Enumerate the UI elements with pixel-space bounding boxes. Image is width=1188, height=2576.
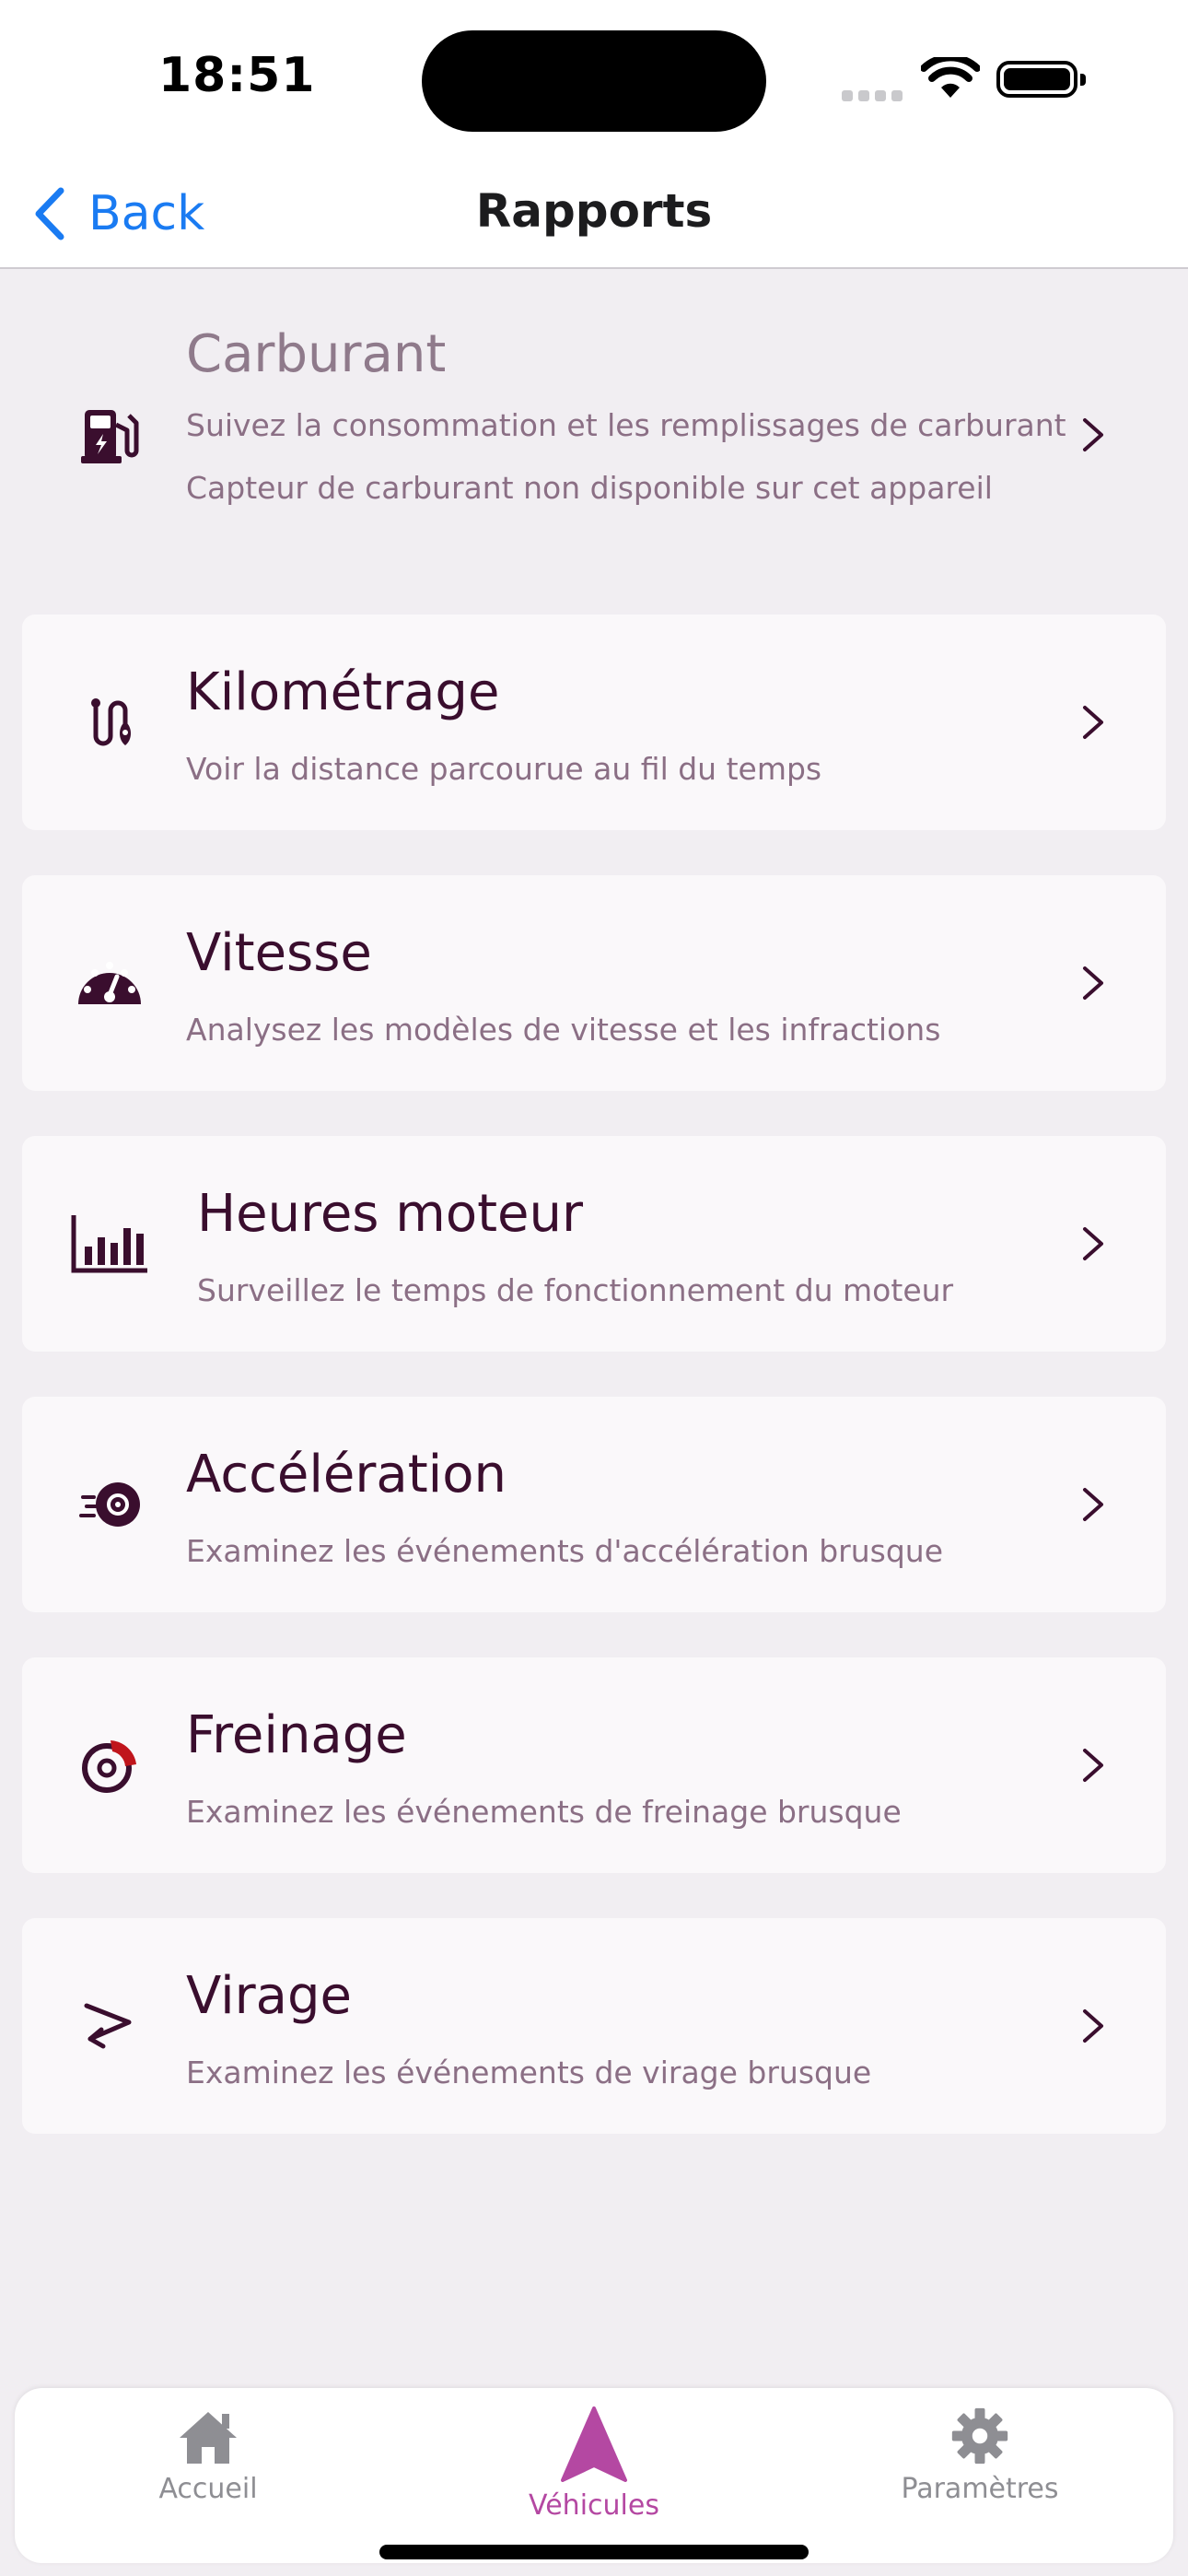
- chevron-right-icon: [1083, 2009, 1103, 2043]
- chevron-right-icon: [1083, 1227, 1103, 1260]
- report-item-carburant[interactable]: Carburant Suivez la consommation et les …: [22, 287, 1166, 582]
- navigation-bar: Back Rapports: [0, 157, 1188, 269]
- dynamic-island: [422, 30, 766, 132]
- bar-chart-icon: [70, 1204, 149, 1283]
- turn-icon: [70, 1986, 149, 2066]
- chevron-right-icon: [1083, 418, 1103, 451]
- wifi-icon: [921, 57, 980, 98]
- report-title: Vitesse: [186, 923, 372, 983]
- report-subtitle: Voir la distance parcourue au fil du tem…: [186, 751, 822, 787]
- chevron-right-icon: [1083, 966, 1103, 1000]
- report-unavailable-note: Capteur de carburant non disponible sur …: [186, 470, 993, 506]
- report-subtitle: Surveillez le temps de fonctionnement du…: [197, 1272, 954, 1308]
- chevron-right-icon: [1083, 706, 1103, 739]
- fuel-pump-icon: [70, 395, 149, 474]
- tab-parametres[interactable]: Paramètres: [842, 2406, 1118, 2505]
- route-icon: [70, 683, 149, 762]
- tab-label: Paramètres: [901, 2473, 1059, 2505]
- report-subtitle: Suivez la consommation et les remplissag…: [186, 407, 1066, 443]
- navigation-arrow-icon: [561, 2406, 627, 2482]
- tab-bar: Accueil Véhicules Paramètres: [15, 2388, 1173, 2563]
- report-item-freinage[interactable]: Freinage Examinez les événements de frei…: [22, 1657, 1166, 1873]
- report-subtitle: Analysez les modèles de vitesse et les i…: [186, 1012, 941, 1048]
- speedometer-icon: [70, 943, 149, 1023]
- report-subtitle: Examinez les événements d'accélération b…: [186, 1533, 944, 1569]
- report-item-kilometrage[interactable]: Kilométrage Voir la distance parcourue a…: [22, 615, 1166, 830]
- report-title: Virage: [186, 1966, 352, 2026]
- tab-label: Véhicules: [529, 2489, 659, 2522]
- acceleration-icon: [70, 1465, 149, 1544]
- report-item-vitesse[interactable]: Vitesse Analysez les modèles de vitesse …: [22, 875, 1166, 1091]
- cellular-signal-icon: [842, 88, 908, 105]
- tab-vehicules[interactable]: Véhicules: [456, 2406, 732, 2522]
- status-time: 18:51: [158, 48, 316, 103]
- chevron-right-icon: [1083, 1749, 1103, 1782]
- home-icon: [180, 2412, 237, 2464]
- report-title: Freinage: [186, 1705, 407, 1765]
- gear-icon: [951, 2407, 1008, 2465]
- tab-label: Accueil: [158, 2473, 258, 2505]
- status-bar: 18:51: [0, 0, 1188, 157]
- home-indicator: [379, 2545, 809, 2559]
- page-title: Rapports: [475, 184, 713, 238]
- report-title: Carburant: [186, 324, 447, 384]
- tab-accueil[interactable]: Accueil: [70, 2406, 346, 2505]
- report-title: Heures moteur: [197, 1184, 584, 1244]
- report-title: Kilométrage: [186, 662, 500, 722]
- report-title: Accélération: [186, 1445, 507, 1505]
- report-item-acceleration[interactable]: Accélération Examinez les événements d'a…: [22, 1397, 1166, 1612]
- report-item-virage[interactable]: Virage Examinez les événements de virage…: [22, 1918, 1166, 2134]
- chevron-right-icon: [1083, 1488, 1103, 1521]
- brake-icon: [70, 1726, 149, 1805]
- report-item-heures-moteur[interactable]: Heures moteur Surveillez le temps de fon…: [22, 1136, 1166, 1352]
- report-subtitle: Examinez les événements de freinage brus…: [186, 1794, 902, 1830]
- report-subtitle: Examinez les événements de virage brusqu…: [186, 2055, 872, 2090]
- battery-icon: [996, 61, 1086, 98]
